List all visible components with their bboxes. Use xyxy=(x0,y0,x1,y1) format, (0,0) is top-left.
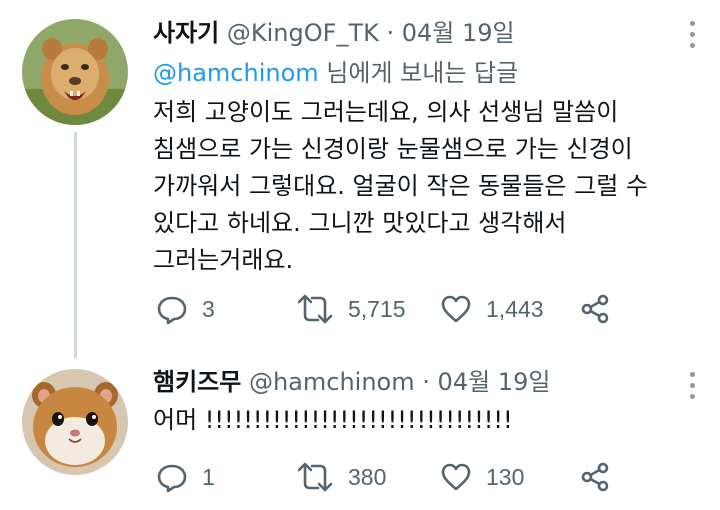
tweet-text: 어머 !!!!!!!!!!!!!!!!!!!!!!!!!!!!!!!! xyxy=(153,402,513,439)
retweet-count: 5,715 xyxy=(348,295,406,322)
tweet-date[interactable]: 04월 19일 xyxy=(438,368,551,396)
more-options-icon[interactable] xyxy=(690,21,698,54)
avatar[interactable] xyxy=(22,369,128,475)
tweet-date[interactable]: 04월 19일 xyxy=(402,19,515,47)
tweet[interactable]: 사자기 @KingOF_TK · 04월 19일 @hamchinom 님에게 … xyxy=(0,0,720,358)
share-icon xyxy=(581,462,609,492)
tweet-text-line: 가까워서 그렇대요. 얼굴이 작은 동물들은 그럴 수 xyxy=(153,172,649,200)
display-name[interactable]: 사자기 xyxy=(153,19,219,47)
heart-icon xyxy=(441,295,471,323)
reply-mention-link[interactable]: @hamchinom xyxy=(153,59,319,87)
tweet-text-line: 어머 !!!!!!!!!!!!!!!!!!!!!!!!!!!!!!!! xyxy=(153,406,513,434)
tweet-text-line: 저희 고양이도 그러는데요, 의사 선생님 말씀이 xyxy=(153,98,619,126)
retweet-button[interactable]: 380 xyxy=(296,460,386,494)
reply-button[interactable]: 1 xyxy=(156,460,215,494)
handle[interactable]: @hamchinom xyxy=(249,368,415,396)
reply-icon xyxy=(157,296,187,325)
retweet-count: 380 xyxy=(348,463,387,490)
tweet[interactable]: 햄키즈무 @hamchinom · 04월 19일 어머 !!!!!!!!!!!… xyxy=(0,350,720,510)
reply-count: 1 xyxy=(202,463,215,490)
tweet-header: 사자기 @KingOF_TK · 04월 19일 xyxy=(153,18,515,48)
hamster-avatar-image xyxy=(22,369,128,475)
avatar[interactable] xyxy=(22,19,128,125)
reply-suffix: 님에게 보내는 답글 xyxy=(326,59,519,87)
tweet-text: 저희 고양이도 그러는데요, 의사 선생님 말씀이 침샘으로 가는 신경이랑 눈… xyxy=(153,94,648,279)
retweet-icon xyxy=(297,462,333,492)
lion-cub-avatar-image xyxy=(22,19,128,125)
reply-button[interactable]: 3 xyxy=(156,292,215,326)
like-count: 130 xyxy=(486,463,525,490)
retweet-icon xyxy=(297,294,333,324)
reply-context: @hamchinom 님에게 보내는 답글 xyxy=(153,58,518,88)
share-button[interactable] xyxy=(579,292,611,326)
tweet-text-line: 있다고 하네요. 그니깐 맛있다고 생각해서 xyxy=(153,209,567,237)
reply-count: 3 xyxy=(202,295,215,322)
separator: · xyxy=(422,368,430,396)
tweet-text-line: 침샘으로 가는 신경이랑 눈물샘으로 가는 신경이 xyxy=(153,135,633,163)
share-icon xyxy=(581,294,609,324)
handle[interactable]: @KingOF_TK xyxy=(227,19,379,47)
tweet-text-line: 그러는거래요. xyxy=(153,246,294,274)
like-button[interactable]: 1,443 xyxy=(440,292,544,326)
display-name[interactable]: 햄키즈무 xyxy=(153,368,241,396)
share-button[interactable] xyxy=(579,460,611,494)
thread-line xyxy=(74,132,77,358)
like-count: 1,443 xyxy=(486,295,544,322)
separator: · xyxy=(386,19,395,47)
more-options-icon[interactable] xyxy=(690,372,698,405)
tweet-header: 햄키즈무 @hamchinom · 04월 19일 xyxy=(153,367,550,397)
retweet-button[interactable]: 5,715 xyxy=(296,292,406,326)
reply-icon xyxy=(157,464,187,493)
like-button[interactable]: 130 xyxy=(440,460,524,494)
heart-icon xyxy=(441,463,471,491)
